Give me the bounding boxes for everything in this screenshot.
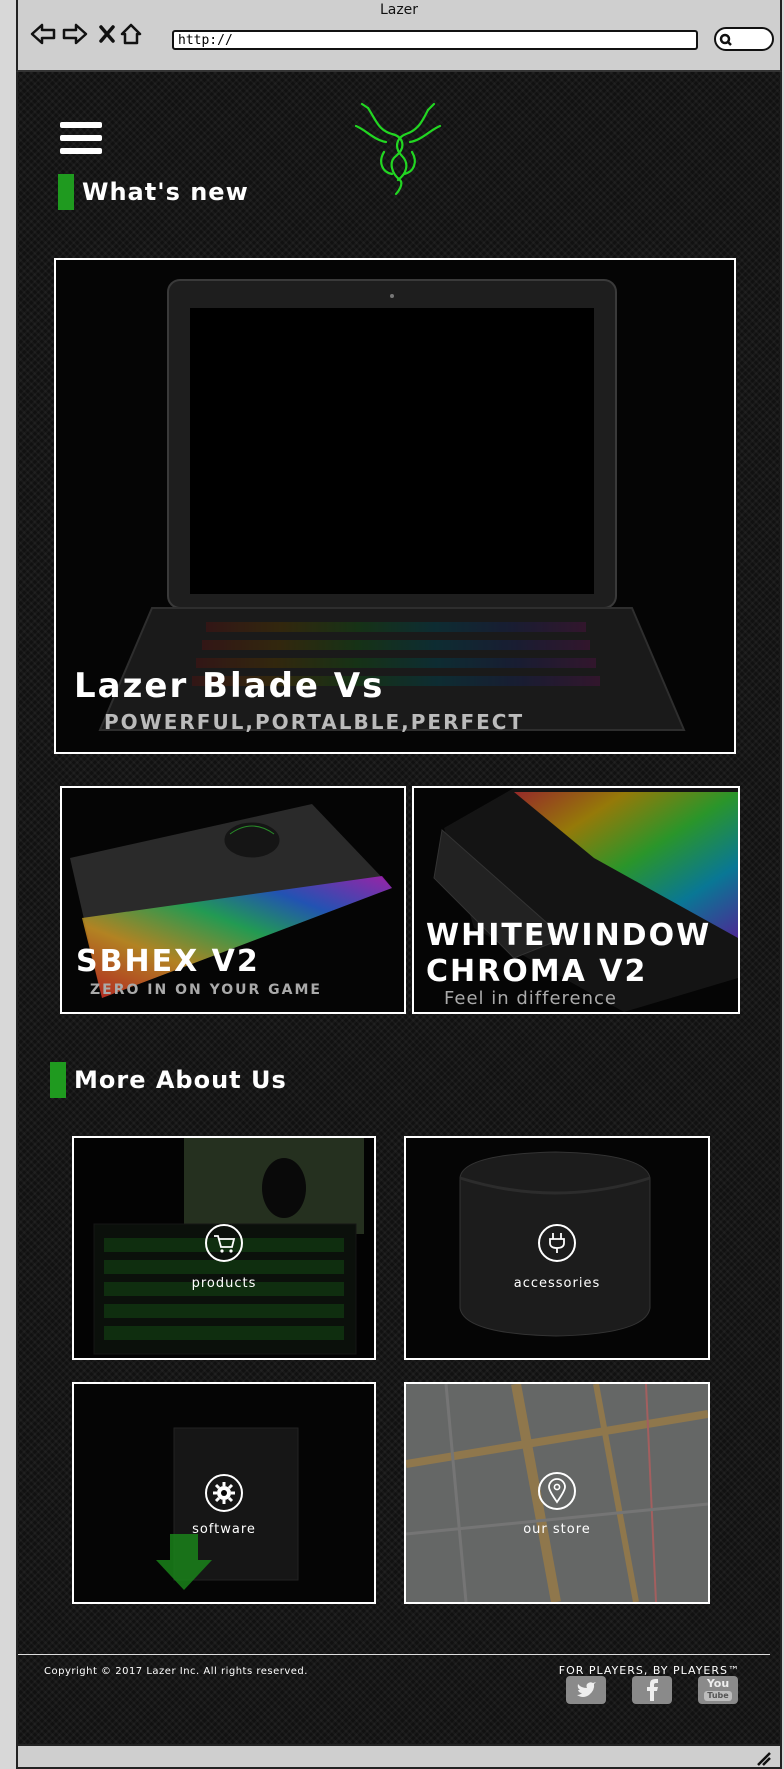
twitter-icon[interactable] <box>566 1676 606 1704</box>
forward-arrow-icon <box>62 23 88 45</box>
search-icon <box>719 33 732 46</box>
tile-our-store[interactable]: our store <box>404 1382 710 1604</box>
feature-card-sbhex[interactable]: SBHEX V2 ZERO IN ON YOUR GAME <box>60 786 406 1014</box>
hero-card-blade[interactable]: Lazer Blade Vs POWERFUL,PORTALBLE,PERFEC… <box>54 258 736 754</box>
section-accent-bar <box>58 174 74 210</box>
tile-products[interactable]: products <box>72 1136 376 1360</box>
home-button[interactable] <box>118 20 144 48</box>
tile-label-software: software <box>192 1522 256 1537</box>
tile-label-accessories: accessories <box>513 1276 601 1291</box>
close-icon <box>99 25 115 43</box>
menu-button[interactable] <box>60 122 102 158</box>
lazer-logo[interactable] <box>348 100 448 196</box>
search-field[interactable] <box>714 27 774 51</box>
plug-icon <box>538 1224 576 1262</box>
youtube-text-tube: Tube <box>704 1691 732 1701</box>
feature-right-subtitle: Feel in difference <box>444 988 618 1009</box>
browser-chrome: Lazer http:// <box>16 0 782 72</box>
footer-divider <box>18 1654 770 1655</box>
feature-right-title-1: WHITEWINDOW <box>426 918 712 953</box>
tile-label-our-store: our store <box>523 1522 591 1537</box>
section-title-whats-new: What's new <box>82 178 249 206</box>
youtube-icon[interactable]: You Tube <box>698 1676 738 1704</box>
cart-icon <box>205 1224 243 1262</box>
facebook-icon[interactable] <box>632 1676 672 1704</box>
gear-icon <box>205 1474 243 1512</box>
window-title: Lazer <box>379 2 419 18</box>
feature-left-subtitle: ZERO IN ON YOUR GAME <box>90 982 322 998</box>
map-pin-icon <box>538 1472 576 1510</box>
home-icon <box>120 23 142 45</box>
address-bar[interactable]: http:// <box>172 30 698 50</box>
back-button[interactable] <box>30 20 56 48</box>
tile-accessories[interactable]: accessories <box>404 1136 710 1360</box>
stop-button[interactable] <box>94 20 120 48</box>
section-accent-bar <box>50 1062 66 1098</box>
feature-left-title: SBHEX V2 <box>76 944 260 979</box>
feature-card-whitewindow[interactable]: WHITEWINDOW CHROMA V2 Feel in difference <box>412 786 740 1014</box>
back-arrow-icon <box>30 23 56 45</box>
section-title-more-about: More About Us <box>74 1066 287 1094</box>
youtube-text-you: You <box>706 1677 730 1690</box>
tile-software[interactable]: software <box>72 1382 376 1604</box>
tile-label-products: products <box>191 1276 257 1291</box>
hero-title: Lazer Blade Vs <box>74 666 385 706</box>
resize-grip-icon[interactable] <box>754 1749 774 1767</box>
feature-right-title-2: CHROMA V2 <box>426 954 648 989</box>
section-whats-new: What's new <box>58 174 249 210</box>
section-more-about: More About Us <box>50 1062 287 1098</box>
page-content: What's new Lazer Blade Vs POWERFUL,PORTA… <box>16 72 782 1744</box>
forward-button[interactable] <box>62 20 88 48</box>
status-bar <box>16 1744 782 1769</box>
copyright-text: Copyright © 2017 Lazer Inc. All rights r… <box>44 1666 308 1677</box>
hero-subtitle: POWERFUL,PORTALBLE,PERFECT <box>104 710 525 734</box>
